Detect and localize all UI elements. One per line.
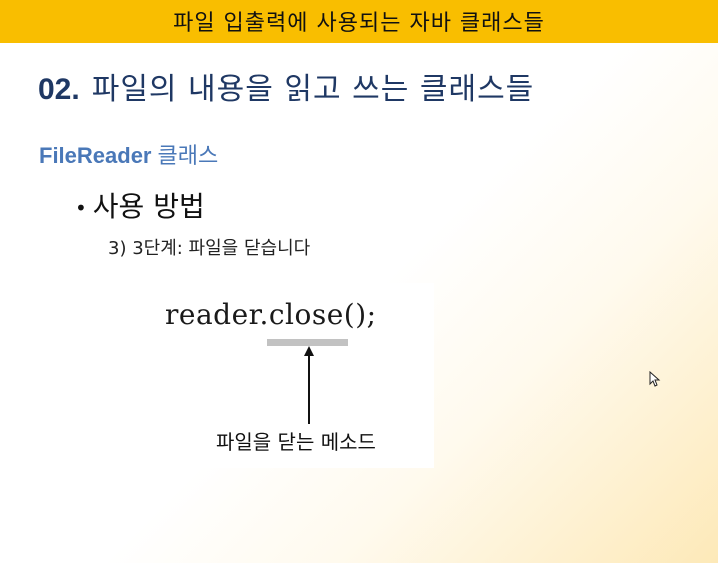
subsection-suffix: 클래스: [157, 144, 219, 169]
subsection-heading: FileReader 클래스: [39, 138, 218, 170]
slide-header-title: 파일 입출력에 사용되는 자바 클래스들: [173, 10, 545, 36]
highlight-underline: [267, 339, 348, 346]
bullet-item: • 사용 방법: [75, 185, 205, 225]
section-heading: 02. 파일의 내용을 읽고 쓰는 클래스들: [38, 64, 534, 108]
subsection-class-name: FileReader: [39, 143, 152, 168]
bullet-text: 사용 방법: [92, 190, 205, 223]
code-figure: reader.close(); 파일을 닫는 메소드: [150, 283, 434, 468]
step-text: 3) 3단계: 파일을 닫습니다: [108, 238, 311, 259]
figure-caption: 파일을 닫는 메소드: [216, 430, 376, 454]
section-title: 파일의 내용을 읽고 쓰는 클래스들: [91, 72, 535, 107]
section-number: 02.: [38, 73, 80, 106]
mouse-cursor-icon: [649, 371, 661, 387]
slide-header-bar: 파일 입출력에 사용되는 자바 클래스들: [0, 0, 718, 43]
up-arrow-icon: [304, 346, 314, 424]
code-snippet: reader.close();: [165, 298, 377, 331]
bullet-dot-icon: •: [75, 196, 87, 220]
